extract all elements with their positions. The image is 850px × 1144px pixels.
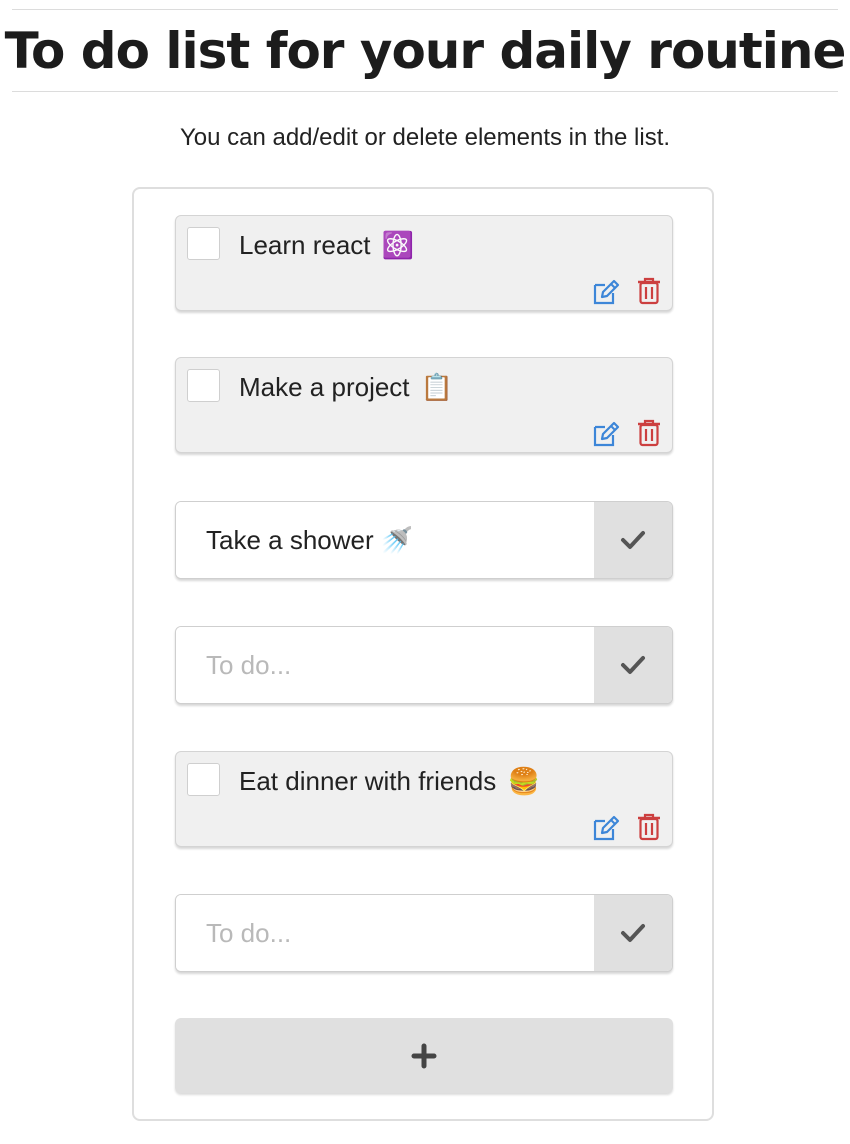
todo-item: Eat dinner with friends 🍔 [175,751,673,847]
check-icon [621,924,645,942]
confirm-button[interactable] [594,502,672,578]
check-icon [621,656,645,674]
edit-icon[interactable] [591,277,621,307]
edit-icon[interactable] [591,813,621,843]
todo-list: Learn react ⚛️ Make a project 📋 Take a s… [132,187,714,1121]
page-title: To do list for your daily routine [4,21,847,80]
trash-icon[interactable] [636,418,662,448]
clipboard-emoji-icon: 📋 [420,372,454,402]
todo-edit-row [175,626,673,704]
trash-icon[interactable] [636,276,662,306]
confirm-button[interactable] [594,895,672,971]
todo-item-label: Eat dinner with friends 🍔 [239,764,540,798]
todo-edit-row [175,894,673,972]
todo-item: Make a project 📋 [175,357,673,453]
burger-emoji-icon: 🍔 [507,766,540,796]
page-header: To do list for your daily routine [5,9,846,92]
todo-item-text: Eat dinner with friends [239,766,497,796]
edit-icon[interactable] [591,419,621,449]
check-icon [621,531,645,549]
atom-emoji-icon: ⚛️ [381,230,415,260]
plus-icon [411,1043,437,1068]
todo-item-text: Make a project [239,372,410,402]
todo-input[interactable] [176,895,594,971]
todo-edit-row [175,501,673,579]
confirm-button[interactable] [594,627,672,703]
todo-input[interactable] [176,627,594,703]
todo-item: Learn react ⚛️ [175,215,673,311]
page-subtitle: You can add/edit or delete elements in t… [179,124,671,151]
todo-item-label: Make a project 📋 [239,370,453,404]
todo-checkbox[interactable] [187,369,220,402]
todo-checkbox[interactable] [187,763,220,796]
todo-checkbox[interactable] [187,227,220,260]
add-todo-button[interactable] [175,1018,673,1093]
trash-icon[interactable] [636,812,662,842]
todo-input[interactable] [176,502,594,578]
todo-item-label: Learn react ⚛️ [239,228,414,262]
todo-item-text: Learn react [239,230,371,260]
